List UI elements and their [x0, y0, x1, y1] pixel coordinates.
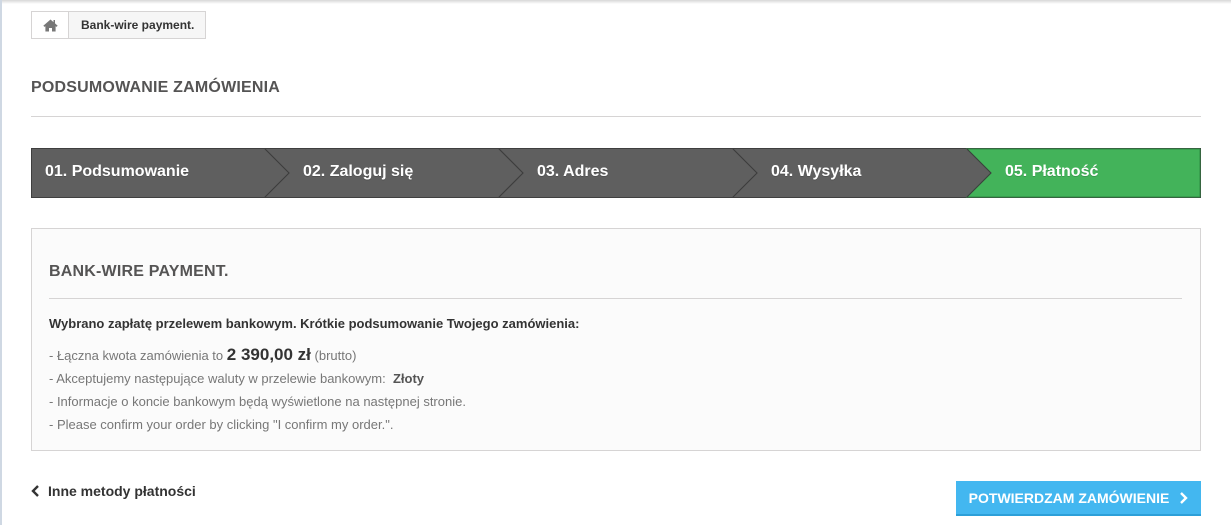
total-line: - Łączna kwota zamówienia to 2 390,00 zł…: [49, 345, 356, 365]
currency-prefix: - Akceptujemy następujące waluty w przel…: [49, 371, 386, 386]
confirm-order-button[interactable]: POTWIERDZAM ZAMÓWIENIE: [956, 481, 1201, 516]
left-border: [0, 0, 2, 525]
title-divider: [31, 116, 1201, 117]
total-amount: 2 390,00 zł: [226, 345, 311, 364]
step-summary[interactable]: 01. Podsumowanie: [45, 148, 189, 198]
step-login[interactable]: 02. Zaloguj się: [303, 148, 413, 198]
chevron-left-icon: [31, 485, 39, 497]
currency-value: Złoty: [392, 371, 425, 386]
payment-method-title: BANK-WIRE PAYMENT.: [49, 263, 229, 280]
back-label: Inne metody płatności: [48, 483, 196, 499]
page-title: PODSUMOWANIE ZAMÓWIENIA: [31, 79, 281, 96]
step-payment: 05. Płatność: [1005, 163, 1099, 180]
total-suffix: (brutto): [314, 348, 357, 363]
currency-line: - Akceptujemy następujące waluty w przel…: [49, 371, 424, 386]
other-payment-methods-link[interactable]: Inne metody płatności: [31, 483, 196, 499]
step-address[interactable]: 03. Adres: [537, 148, 608, 198]
breadcrumb: Bank-wire payment.: [31, 11, 207, 39]
confirm-instruction-line: - Please confirm your order by clicking …: [49, 417, 394, 432]
step-shipping[interactable]: 04. Wysyłka: [771, 148, 861, 198]
payment-summary-box: BANK-WIRE PAYMENT. Wybrano zapłatę przel…: [31, 228, 1201, 451]
top-shadow: [0, 0, 1231, 4]
total-prefix: - Łączna kwota zamówienia to: [49, 348, 224, 363]
summary-intro: Wybrano zapłatę przelewem bankowym. Krót…: [49, 316, 580, 331]
box-divider: [49, 298, 1182, 299]
confirm-order-label: POTWIERDZAM ZAMÓWIENIE: [968, 489, 1170, 506]
home-icon: [42, 19, 58, 31]
breadcrumb-current: Bank-wire payment.: [81, 18, 195, 32]
bank-info-line: - Informacje o koncie bankowym będą wyśw…: [49, 394, 466, 409]
checkout-steps: 01. Podsumowanie 02. Zaloguj się 03. Adr…: [31, 148, 1201, 198]
chevron-right-icon: [1180, 491, 1189, 504]
breadcrumb-home-link[interactable]: [32, 12, 69, 38]
